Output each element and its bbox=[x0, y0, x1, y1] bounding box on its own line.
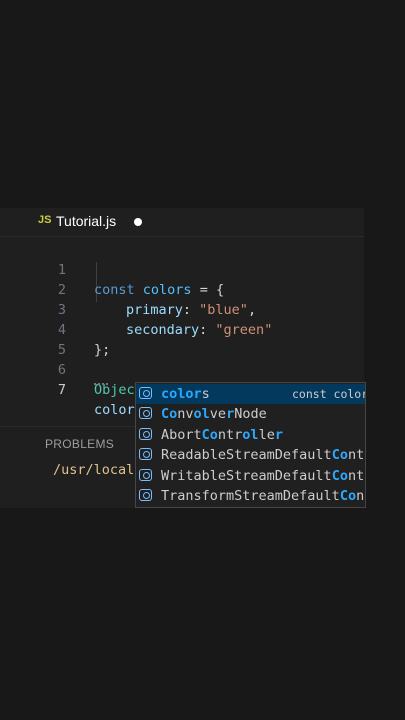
keyword: const bbox=[94, 282, 135, 298]
tab-bar: JS Tutorial.js bbox=[0, 208, 364, 237]
suggestion-label: WritableStreamDefaultCont bbox=[161, 467, 365, 484]
punctuation: , bbox=[247, 302, 257, 318]
suggestion-item[interactable]: colors const color bbox=[136, 384, 365, 404]
variable-symbol-icon bbox=[139, 489, 152, 501]
variable-symbol-icon bbox=[139, 427, 152, 440]
punctuation: }; bbox=[94, 342, 111, 358]
variable-symbol-icon bbox=[139, 468, 152, 481]
unsaved-dot-icon[interactable] bbox=[134, 218, 142, 226]
line-number: 5 bbox=[57, 342, 66, 358]
code-line: 2 primary: "blue", bbox=[0, 260, 256, 318]
suggestion-item[interactable]: ConvolverNode bbox=[136, 404, 365, 424]
line-number: 4 bbox=[57, 322, 66, 338]
string: "green" bbox=[215, 322, 273, 338]
code-editor[interactable]: 1 const colors = { 2 primary: "blue", 3 … bbox=[0, 240, 364, 418]
variable-symbol-icon bbox=[139, 448, 152, 461]
suggestion-label: ConvolverNode bbox=[161, 406, 267, 423]
variable: colors bbox=[142, 282, 192, 298]
string: "blue" bbox=[199, 302, 248, 318]
suggestion-item[interactable]: WritableStreamDefaultCont bbox=[136, 466, 365, 486]
suggestion-label: ReadableStreamDefaultCont bbox=[161, 447, 365, 464]
line-number: 1 bbox=[57, 262, 66, 278]
variable-symbol-icon bbox=[139, 387, 152, 399]
property: primary bbox=[126, 302, 183, 318]
tab-label: Tutorial.js bbox=[56, 213, 117, 229]
terminal-text: /usr/local bbox=[53, 462, 135, 478]
suggestion-label: colors bbox=[161, 386, 210, 402]
line-number: 7 bbox=[57, 382, 66, 398]
line-number: 6 bbox=[57, 362, 66, 378]
suggestion-detail: const color bbox=[292, 387, 366, 401]
suggestion-item[interactable]: AbortController bbox=[136, 425, 365, 445]
code-line-active: 7 color bbox=[0, 360, 135, 418]
tab-tutorial-js[interactable]: JS Tutorial.js bbox=[0, 208, 150, 236]
code-line: 1 const colors = { bbox=[0, 240, 224, 298]
line-number: 3 bbox=[57, 302, 66, 318]
property: secondary bbox=[126, 322, 200, 338]
suggestion-item[interactable]: TransformStreamDefaultCon bbox=[136, 486, 365, 506]
suggestion-label: AbortController bbox=[161, 426, 283, 443]
tab-problems[interactable]: PROBLEMS bbox=[45, 437, 114, 451]
code-line: 4 }; bbox=[0, 300, 110, 358]
suggestion-widget[interactable]: colors const color ConvolverNode AbortContr… bbox=[135, 382, 366, 508]
code-line: 6 Object.freeze(colors); bbox=[0, 340, 273, 398]
punctuation: = { bbox=[191, 282, 225, 298]
javascript-file-icon: JS bbox=[38, 214, 52, 226]
typed-text: color bbox=[94, 402, 135, 418]
suggestion-item[interactable]: ReadableStreamDefaultCont bbox=[136, 445, 365, 465]
suggestion-label: TransformStreamDefaultCon bbox=[161, 488, 365, 504]
variable-symbol-icon bbox=[139, 407, 152, 420]
line-number: 2 bbox=[57, 282, 66, 298]
code-line: 3 secondary: "green" bbox=[0, 280, 272, 338]
punctuation: : bbox=[199, 322, 216, 338]
code-line: 5 bbox=[0, 320, 66, 358]
hint-squiggle bbox=[94, 381, 108, 385]
punctuation: : bbox=[182, 302, 200, 318]
